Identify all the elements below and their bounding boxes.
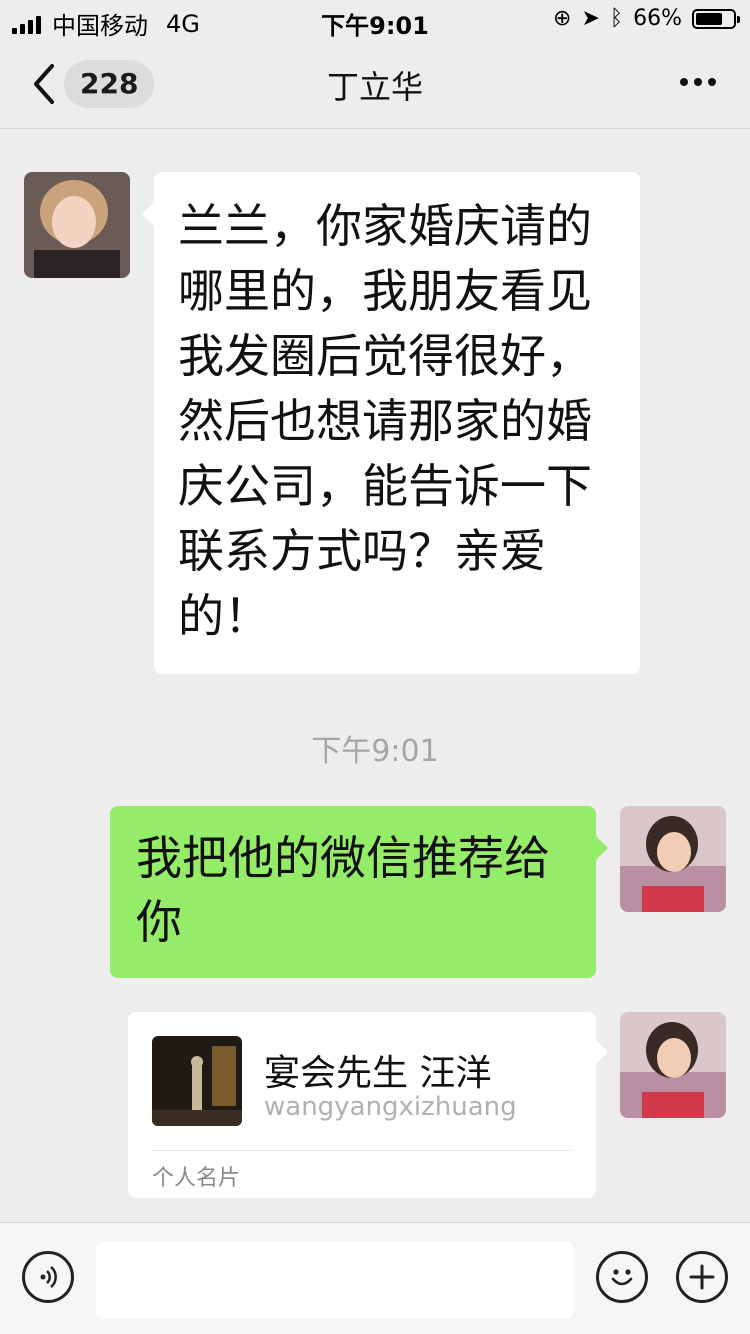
dot-icon [708, 78, 716, 86]
location-icon: ➤ [581, 6, 600, 31]
battery-fill [696, 12, 723, 25]
card-avatar [152, 1036, 242, 1126]
my-avatar[interactable] [620, 1012, 726, 1118]
sent-message-bubble[interactable]: 我把他的微信推荐给你 [110, 806, 608, 978]
my-avatar[interactable] [620, 806, 726, 912]
input-bar [0, 1222, 750, 1334]
contact-avatar[interactable] [24, 172, 130, 278]
message-input[interactable] [96, 1241, 574, 1319]
plus-button[interactable] [676, 1251, 728, 1303]
card-divider [152, 1150, 572, 1151]
emoji-button[interactable] [596, 1251, 648, 1303]
plus-icon [689, 1264, 715, 1290]
contact-avatar-image [24, 172, 130, 278]
emoji-icon [611, 1269, 633, 1286]
message-timestamp: 下午9:01 [311, 734, 439, 769]
battery-percent: 66% [633, 6, 682, 31]
bluetooth-icon: ᛒ [609, 6, 624, 31]
status-bar: 中国移动 4G 下午9:01 ⊕ ➤ ᛒ 66% [0, 0, 750, 40]
card-wechat-id: wangyangxizhuang [264, 1092, 517, 1122]
card-avatar-image [152, 1036, 242, 1126]
dot-icon [694, 78, 702, 86]
message-text: 我把他的微信推荐给你 [136, 831, 550, 949]
voice-button[interactable] [22, 1251, 74, 1303]
card-contact-name: 宴会先生 汪洋 [264, 1053, 492, 1094]
more-options-button[interactable] [674, 78, 716, 86]
dot-icon [680, 78, 688, 86]
contact-card[interactable]: 宴会先生 汪洋 wangyangxizhuang 个人名片 [128, 1012, 608, 1198]
chat-header: 228 丁立华 [0, 40, 750, 129]
message-text: 兰兰，你家婚庆请的哪里的，我朋友看见我发圈后觉得很好，然后也想请那家的婚庆公司，… [178, 199, 592, 643]
rotation-lock-icon: ⊕ [553, 6, 572, 31]
voice-icon [40, 1266, 57, 1288]
my-avatar-image [620, 1012, 726, 1118]
chat-title: 丁立华 [326, 68, 423, 106]
received-message-bubble[interactable]: 兰兰，你家婚庆请的哪里的，我朋友看见我发圈后觉得很好，然后也想请那家的婚庆公司，… [142, 172, 640, 674]
my-avatar-image [620, 806, 726, 912]
card-type-label: 个人名片 [152, 1166, 241, 1191]
battery-icon [692, 8, 740, 29]
